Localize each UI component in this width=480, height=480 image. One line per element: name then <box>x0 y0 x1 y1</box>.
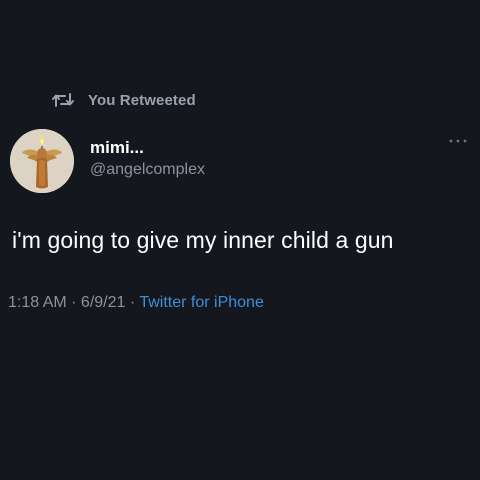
meta-separator-2: · <box>125 294 140 311</box>
retweet-icon <box>52 93 74 107</box>
candle-angel-avatar <box>10 129 74 193</box>
author-name[interactable]: mimi... <box>90 138 144 158</box>
tweet-screen: You Retweeted mimi... @angelcomplex i'm … <box>0 0 480 480</box>
tweet-text: i'm going to give my inner child a gun <box>12 227 394 253</box>
tweet-time[interactable]: 1:18 AM <box>8 294 67 311</box>
more-dots-icon[interactable] <box>448 136 468 146</box>
tweet-source[interactable]: Twitter for iPhone <box>139 294 264 311</box>
retweet-indicator[interactable]: You Retweeted <box>52 89 196 111</box>
meta-separator: · <box>66 294 81 311</box>
retweet-label: You Retweeted <box>88 91 196 109</box>
tweet-date[interactable]: 6/9/21 <box>81 294 125 311</box>
tweet-meta: 1:18 AM · 6/9/21 · Twitter for iPhone <box>8 294 264 312</box>
avatar[interactable] <box>10 129 74 193</box>
author-handle[interactable]: @angelcomplex <box>90 161 205 179</box>
